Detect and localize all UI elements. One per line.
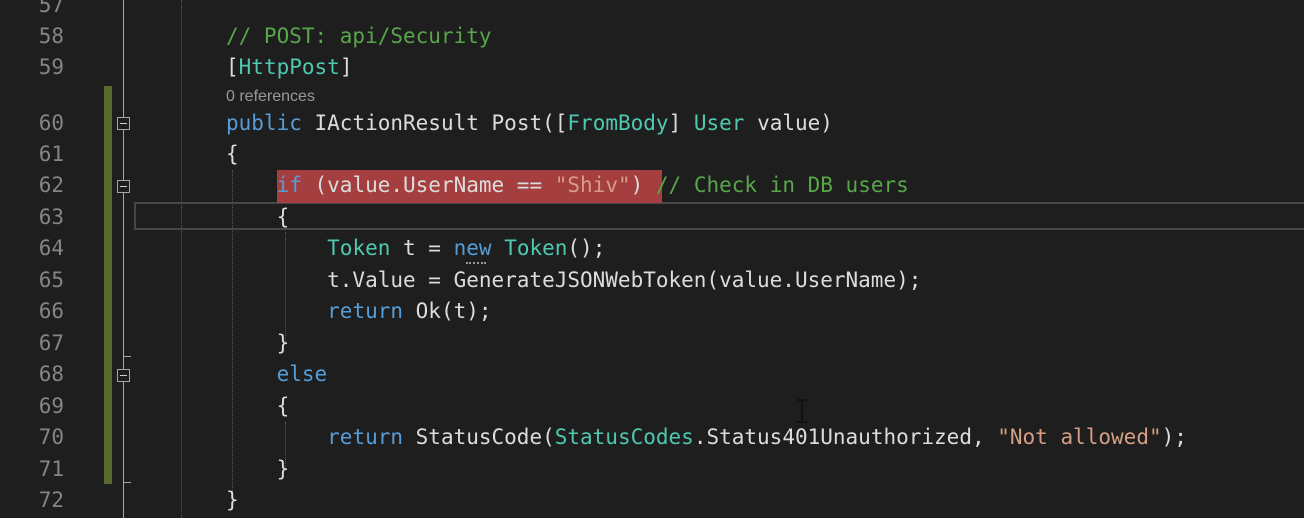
code-text: public IActionResult Post([FromBody] Use… bbox=[226, 108, 833, 139]
code-token: t.Value = GenerateJSONWebToken(value.Use… bbox=[226, 268, 922, 292]
line-number: 71 bbox=[38, 457, 64, 481]
codelens-references[interactable]: 0 references bbox=[226, 86, 315, 108]
code-line[interactable]: 60 public IActionResult Post([FromBody] U… bbox=[0, 108, 1304, 139]
code-line[interactable]: 63 { bbox=[0, 202, 1304, 233]
code-line[interactable]: 58 // POST: api/Security bbox=[0, 21, 1304, 52]
code-token: t = bbox=[390, 236, 454, 260]
code-line[interactable]: 59 [HttpPost] bbox=[0, 52, 1304, 83]
code-token: Token bbox=[327, 236, 391, 260]
code-line[interactable]: 69 { bbox=[0, 391, 1304, 422]
line-number: 68 bbox=[38, 362, 64, 386]
code-token: (value.UserName == bbox=[301, 173, 555, 197]
code-token: new bbox=[453, 236, 492, 260]
code-line[interactable]: 70 return StatusCode(StatusCodes.Status4… bbox=[0, 422, 1304, 453]
code-token: [ bbox=[226, 55, 239, 79]
code-token: } bbox=[226, 331, 290, 355]
code-token: "Shiv" bbox=[554, 173, 631, 197]
code-token: Token bbox=[504, 236, 568, 260]
code-token: (); bbox=[567, 236, 606, 260]
text-cursor-icon bbox=[795, 398, 809, 424]
code-text: [HttpPost] bbox=[226, 52, 352, 83]
code-line[interactable]: 65 t.Value = GenerateJSONWebToken(value.… bbox=[0, 265, 1304, 296]
code-text: } bbox=[226, 454, 290, 485]
line-number: 61 bbox=[38, 142, 64, 166]
code-token: return bbox=[327, 299, 404, 323]
code-text: t.Value = GenerateJSONWebToken(value.Use… bbox=[226, 265, 921, 296]
code-line[interactable]: 71 } bbox=[0, 454, 1304, 485]
code-text: return Ok(t); bbox=[226, 296, 492, 327]
code-text: else bbox=[226, 359, 328, 390]
code-token: // Check in DB users bbox=[655, 173, 909, 197]
code-token: ); bbox=[1161, 425, 1187, 449]
line-number: 62 bbox=[38, 173, 64, 197]
line-number: 59 bbox=[38, 55, 64, 79]
code-token: } bbox=[226, 488, 239, 512]
line-number: 69 bbox=[38, 394, 64, 418]
code-token: .Status401Unauthorized, bbox=[693, 425, 998, 449]
line-number: 63 bbox=[38, 205, 64, 229]
code-token: ] bbox=[668, 111, 694, 135]
code-token: // POST: api/Security bbox=[226, 24, 492, 48]
code-token: { bbox=[226, 394, 290, 418]
code-token: } bbox=[226, 457, 290, 481]
code-line[interactable]: 72} bbox=[0, 485, 1304, 516]
code-token: HttpPost bbox=[238, 55, 340, 79]
code-token: "Not allowed" bbox=[997, 425, 1162, 449]
code-token: value) bbox=[744, 111, 833, 135]
line-number: 58 bbox=[38, 24, 64, 48]
suggestion-dots bbox=[466, 260, 486, 264]
line-number: 64 bbox=[38, 236, 64, 260]
line-number: 66 bbox=[38, 299, 64, 323]
code-line[interactable]: 66 return Ok(t); bbox=[0, 296, 1304, 327]
code-text: { bbox=[226, 391, 290, 422]
code-token: FromBody bbox=[567, 111, 669, 135]
code-token: { bbox=[226, 205, 290, 229]
code-text: { bbox=[226, 139, 239, 170]
code-text: } bbox=[226, 328, 290, 359]
code-token: else bbox=[276, 362, 328, 386]
code-token: Ok(t); bbox=[403, 299, 492, 323]
code-text: return StatusCode(StatusCodes.Status401U… bbox=[226, 422, 1187, 453]
code-token: Post([ bbox=[478, 111, 568, 135]
code-line[interactable]: 61 { bbox=[0, 139, 1304, 170]
code-line[interactable]: 62 if (value.UserName == "Shiv") // Chec… bbox=[0, 170, 1304, 201]
code-line[interactable]: 64 Token t = new Token(); bbox=[0, 233, 1304, 264]
code-token: ) bbox=[630, 173, 656, 197]
line-number: 57 bbox=[38, 0, 64, 17]
code-text: } bbox=[226, 485, 239, 516]
code-line[interactable]: 68 else bbox=[0, 359, 1304, 390]
line-number: 67 bbox=[38, 331, 64, 355]
code-text: if (value.UserName == "Shiv") // Check i… bbox=[226, 170, 909, 201]
code-token: return bbox=[327, 425, 404, 449]
code-text: { bbox=[226, 202, 290, 233]
code-editor[interactable]: 0 references 57 58 // POST: api/Security 59… bbox=[0, 0, 1304, 518]
code-token: public bbox=[226, 111, 302, 135]
line-number: 72 bbox=[38, 488, 64, 512]
code-token: if bbox=[276, 173, 302, 197]
code-line[interactable]: 57 bbox=[0, 0, 1304, 21]
code-token: StatusCodes bbox=[554, 425, 694, 449]
code-token: StatusCode( bbox=[403, 425, 555, 449]
code-line[interactable]: 67 } bbox=[0, 328, 1304, 359]
line-number: 70 bbox=[38, 425, 64, 449]
code-token: IActionResult bbox=[314, 111, 479, 135]
code-token: { bbox=[226, 142, 239, 166]
code-token: User bbox=[693, 111, 745, 135]
line-number: 65 bbox=[38, 268, 64, 292]
code-text: // POST: api/Security bbox=[226, 21, 492, 52]
code-token: ] bbox=[339, 55, 353, 79]
code-text: Token t = new Token(); bbox=[226, 233, 605, 264]
line-number: 60 bbox=[38, 111, 64, 135]
